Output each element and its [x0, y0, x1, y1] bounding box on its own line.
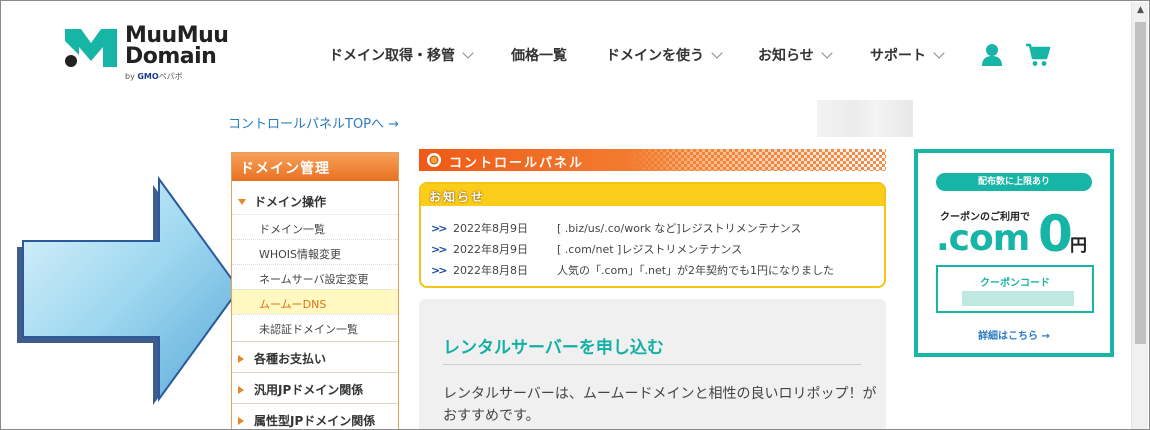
news-item[interactable]: >> 2022年8月8日 人気の「.com」「.net」が2年契約でも1円になりまし… — [431, 262, 834, 278]
coupon-code-label: クーポンコード — [980, 278, 1050, 289]
coupon-code-value-redacted — [962, 291, 1074, 306]
coupon-limit-pill: 配布数に上限あり — [936, 173, 1092, 191]
vertical-scrollbar[interactable]: ▲ — [1131, 2, 1149, 429]
nav-label: 価格一覧 — [511, 48, 567, 64]
sidebar-section-domain-ops[interactable]: ドメイン操作 — [238, 193, 326, 210]
logo-line2: Domain — [125, 44, 217, 69]
blurred-user-info — [817, 100, 913, 137]
coupon-domain: .com — [936, 218, 1030, 259]
muumuu-domain-logo[interactable]: MuuMuu Domain by GMOペパボ — [63, 25, 233, 85]
sidebar-divider — [232, 341, 398, 342]
sidebar-item-domain-list[interactable]: ドメイン一覧 — [232, 214, 398, 239]
control-panel-top-link[interactable]: コントロールパネルTOPへ → — [228, 113, 399, 132]
logo-mark-icon — [65, 29, 117, 67]
coupon-detail-link[interactable]: 詳細はこちら → — [918, 327, 1110, 342]
logo-byline: by GMOペパボ — [125, 71, 183, 82]
sidebar-item-whois[interactable]: WHOIS情報変更 — [232, 239, 398, 264]
nav-support[interactable]: サポート — [870, 45, 945, 65]
cart-icon[interactable] — [1025, 43, 1051, 67]
news-item[interactable]: >> 2022年8月9日 [ .biz/us/.co/work など]レジストリメン… — [431, 220, 801, 236]
news-date: 2022年8月9日 — [453, 243, 528, 256]
scroll-up-icon[interactable]: ▲ — [1132, 2, 1149, 19]
double-chevron-icon: >> — [431, 243, 447, 256]
domain-management-sidebar: ドメイン管理 ドメイン操作 ドメイン一覧 WHOIS情報変更 ネームサーバ設定変… — [231, 152, 399, 429]
news-text[interactable]: [ .biz/us/.co/work など]レジストリメンテナンス — [557, 222, 801, 235]
rental-server-card: レンタルサーバーを申し込む レンタルサーバーは、ムームードメインと相性の良いロリ… — [419, 299, 886, 429]
nav-news[interactable]: お知らせ — [758, 45, 833, 65]
nav-use-domain[interactable]: ドメインを使う — [606, 45, 723, 65]
nav-label: ドメインを使う — [606, 48, 704, 64]
double-chevron-icon: >> — [431, 264, 447, 277]
coupon-yen: 円 — [1070, 236, 1087, 256]
rental-body: レンタルサーバーは、ムームードメインと相性の良いロリポップ！がおすすめです。 — [443, 386, 877, 424]
triangle-right-icon — [238, 386, 244, 394]
coupon-banner[interactable]: 配布数に上限あり クーポンのご利用で .com 0 円 クーポンコード 詳細はこ… — [914, 149, 1114, 357]
scrollbar-thumb[interactable] — [1135, 22, 1146, 344]
byline-prefix: by — [125, 72, 138, 81]
chevron-down-icon — [821, 46, 833, 59]
chevron-down-icon — [933, 46, 945, 59]
double-chevron-icon: >> — [431, 222, 447, 235]
news-header: お知らせ — [421, 184, 884, 206]
chevron-down-icon — [711, 46, 723, 59]
coupon-code-box[interactable]: クーポンコード — [936, 265, 1094, 313]
sidebar-cat-label: 属性型JPドメイン関係 — [254, 414, 376, 428]
gear-icon — [426, 152, 442, 168]
sidebar-divider — [232, 403, 398, 404]
news-text[interactable]: 人気の「.com」「.net」が2年契約でも1円になりました — [557, 264, 834, 277]
sidebar-section-label: ドメイン操作 — [254, 195, 327, 209]
nav-label: ドメイン取得・移管 — [329, 48, 455, 64]
news-title: お知らせ — [429, 190, 485, 204]
nav-price-list[interactable]: 価格一覧 — [511, 45, 567, 65]
byline-brand: GMO — [137, 72, 159, 81]
browser-viewport: MuuMuu Domain by GMOペパボ ドメイン取得・移管 価格一覧 ド… — [0, 0, 1150, 430]
logo-line1: MuuMuu — [125, 23, 229, 48]
sidebar-cat-generic-jp[interactable]: 汎用JPドメイン関係 — [238, 381, 363, 398]
news-box: お知らせ >> 2022年8月9日 [ .biz/us/.co/work など]レジ… — [419, 182, 886, 288]
sidebar-title: ドメイン管理 — [232, 153, 398, 181]
news-item[interactable]: >> 2022年8月9日 [ .com/net ]レジストリメンテナンス — [431, 241, 742, 257]
triangle-right-icon — [238, 417, 244, 425]
news-date: 2022年8月8日 — [453, 264, 528, 277]
sidebar-cat-label: 汎用JPドメイン関係 — [254, 383, 364, 397]
sidebar-item-unverified[interactable]: 未認証ドメイン一覧 — [232, 314, 398, 339]
rental-title[interactable]: レンタルサーバーを申し込む — [443, 333, 664, 358]
triangle-right-icon — [238, 355, 244, 363]
nav-label: サポート — [870, 48, 926, 64]
chevron-down-icon — [462, 46, 474, 59]
sidebar-item-nameserver[interactable]: ネームサーバ設定変更 — [232, 264, 398, 289]
nav-label: お知らせ — [758, 48, 814, 64]
sidebar-cat-label: 各種お支払い — [254, 352, 327, 366]
sidebar-cat-payments[interactable]: 各種お支払い — [238, 350, 326, 367]
nav-domain-acquire[interactable]: ドメイン取得・移管 — [329, 45, 474, 65]
banner-checker-pattern — [636, 149, 886, 171]
sidebar-item-muumuu-dns[interactable]: ムームーDNS — [232, 289, 398, 314]
control-panel-banner: コントロールパネル — [419, 149, 886, 171]
byline-suffix: ペパボ — [158, 72, 183, 81]
sidebar-cat-attribute-jp[interactable]: 属性型JPドメイン関係 — [238, 412, 375, 429]
triangle-down-icon — [238, 199, 246, 205]
rental-divider — [443, 364, 861, 365]
sidebar-divider — [232, 372, 398, 373]
user-icon[interactable] — [981, 43, 1003, 67]
callout-arrow-graphic — [17, 175, 241, 405]
banner-title: コントロールパネル — [449, 156, 585, 171]
coupon-zero: 0 — [1038, 205, 1073, 263]
news-date: 2022年8月9日 — [453, 222, 528, 235]
news-text[interactable]: [ .com/net ]レジストリメンテナンス — [557, 243, 742, 256]
